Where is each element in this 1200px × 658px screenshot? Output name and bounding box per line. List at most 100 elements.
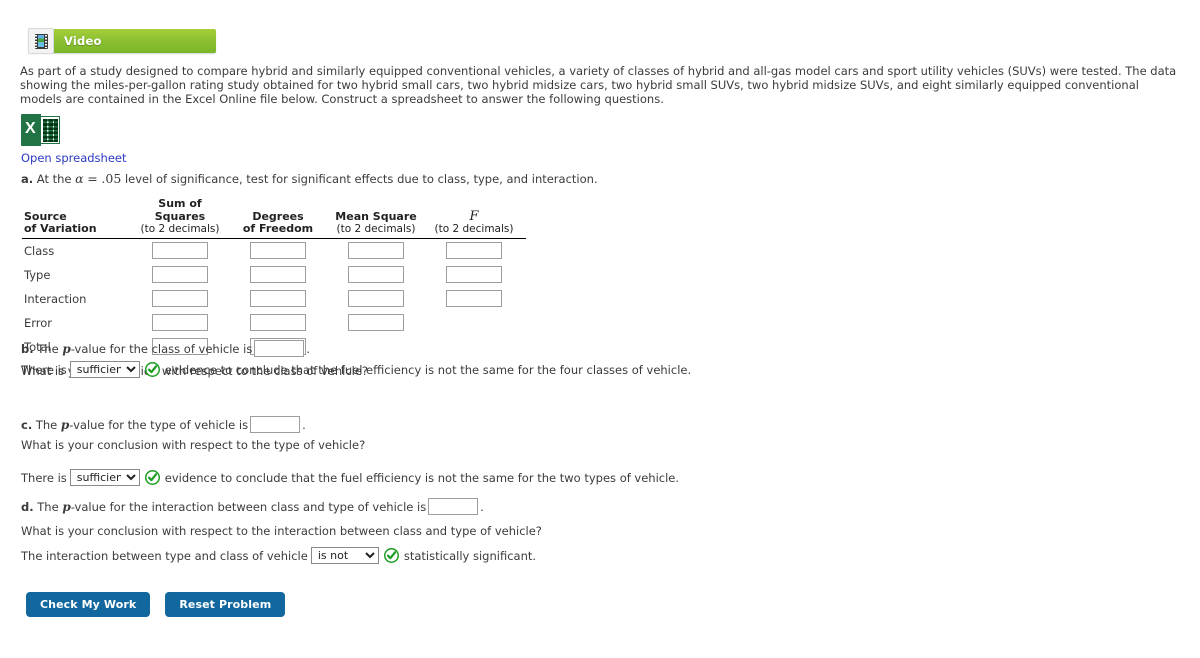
spreadsheet-block: Open spreadsheet [21,114,127,165]
anova-header-ss-main: Sum of Squares [154,197,206,223]
question-d-prompt-text: What is your conclusion with respect to … [21,524,542,538]
anova-table: Source of Variation Sum of Squares (to 2… [22,197,526,359]
anova-input[interactable] [250,242,306,259]
p-symbol-b: p [62,341,71,356]
question-a-label: a. [21,172,34,186]
anova-cell [232,311,330,335]
anova-input[interactable] [446,242,502,259]
anova-cell [330,238,428,263]
anova-row-label: Type [24,267,51,282]
anova-row-label: Interaction [24,291,87,306]
anova-cell [428,263,526,287]
anova-input[interactable] [152,314,208,331]
anova-input[interactable] [152,242,208,259]
anova-input[interactable] [446,290,502,307]
question-b-conclusion-prefix: There is [21,362,67,377]
question-c-prompt: What is your conclusion with respect to … [21,438,365,452]
anova-header-mean-square: Mean Square (to 2 decimals) [330,198,428,239]
anova-header-f-main: F [469,209,479,224]
anova-header-f: F (to 2 decimals) [428,198,526,239]
anova-cell [134,263,232,287]
anova-input[interactable] [348,242,404,259]
anova-header-source-sub: of Variation [24,222,97,235]
anova-cell [134,287,232,311]
anova-cell [134,311,232,335]
anova-input[interactable] [348,266,404,283]
question-d-conclusion-suffix: statistically significant. [403,548,537,563]
question-c-prompt-text: What is your conclusion with respect to … [21,438,366,452]
check-my-work-button[interactable]: Check My Work [26,592,151,617]
question-d-stem: d. The p -value for the interaction betwe… [21,498,484,515]
problem-page: Video As part of a study designed to com… [0,0,1200,658]
anova-row: Class [22,238,526,263]
anova-cell [232,263,330,287]
video-banner[interactable]: Video [28,28,216,54]
question-c-label: c. [21,417,33,432]
anova-input[interactable] [152,290,208,307]
action-buttons: Check My Work Reset Problem [26,592,286,617]
question-b-label: b. [21,341,34,356]
video-banner-label: Video [64,34,102,48]
question-d-dropdown[interactable]: isis not [310,547,379,564]
alpha-level-value: .05 [101,171,122,186]
anova-input[interactable] [152,266,208,283]
question-c-text-suffix: -value for the type of vehicle is [69,417,249,432]
question-d-text-suffix: -value for the interaction between class… [70,499,427,514]
anova-cell [428,287,526,311]
anova-input[interactable] [446,266,502,283]
anova-header-source: Source of Variation [22,198,134,239]
anova-header-source-main: Source [24,209,67,223]
filmstrip-icon [28,28,54,54]
question-c-conclusion-suffix: evidence to conclude that the fuel effic… [164,470,680,485]
p-symbol-d: p [62,499,71,514]
anova-input[interactable] [348,290,404,307]
question-b-stem: b. The p -value for the class of vehicle … [21,340,310,357]
question-c-period: . [302,417,306,432]
anova-header-row: Source of Variation Sum of Squares (to 2… [22,197,526,239]
anova-cell [330,311,428,335]
anova-row-label: Class [24,243,55,258]
question-c-dropdown[interactable]: sufficientinsufficient [69,469,140,486]
anova-row: Interaction [22,287,526,311]
question-c-conclusion-prefix: There is [21,470,67,485]
excel-icon[interactable] [21,114,60,146]
anova-header-ss-sub: (to 2 decimals) [140,223,220,235]
anova-header-ms-main: Mean Square [335,209,417,223]
question-b-conclusion: There is sufficientinsufficient evidence… [21,361,691,378]
anova-input[interactable] [250,290,306,307]
question-b-text-prefix: The [37,341,59,356]
anova-input[interactable] [250,266,306,283]
anova-header-sum-of-squares: Sum of Squares (to 2 decimals) [134,197,232,239]
question-a-text-after: level of significance, test for signific… [124,172,598,186]
question-d-conclusion: The interaction between type and class o… [21,547,536,564]
question-c-pvalue-input[interactable] [250,416,301,433]
anova-cell [330,263,428,287]
equals-symbol: = [87,171,98,186]
open-spreadsheet-link[interactable]: Open spreadsheet [21,151,127,165]
anova-header-f-sub: (to 2 decimals) [434,223,514,235]
green-check-icon-c [144,470,160,485]
anova-input[interactable] [348,314,404,331]
anova-cell [232,287,330,311]
anova-input[interactable] [250,314,306,331]
anova-header-ms-sub: (to 2 decimals) [336,223,416,235]
anova-row: Type [22,263,526,287]
anova-cell [428,335,526,359]
question-a-text-before: At the [36,172,72,186]
question-c-stem: c. The p -value for the type of vehicle i… [21,416,306,433]
question-c-text-prefix: The [35,417,58,432]
question-d-conclusion-prefix: The interaction between type and class o… [21,548,308,563]
question-c-conclusion: There is sufficientinsufficient evidence… [21,469,679,486]
anova-header-df-sub: of Freedom [242,222,314,235]
question-b-pvalue-input[interactable] [254,340,305,357]
question-d-prompt: What is your conclusion with respect to … [21,524,542,538]
reset-problem-button[interactable]: Reset Problem [165,592,286,617]
question-b-dropdown[interactable]: sufficientinsufficient [69,361,140,378]
anova-header-df-main: Degrees [252,209,304,223]
anova-header-degrees-of-freedom: Degrees of Freedom [232,198,330,239]
question-d-pvalue-input[interactable] [428,498,479,515]
question-b-text-suffix: -value for the class of vehicle is [70,341,253,356]
question-d-label: d. [21,499,34,514]
question-d-period: . [480,499,484,514]
anova-row-label: Error [24,315,53,330]
